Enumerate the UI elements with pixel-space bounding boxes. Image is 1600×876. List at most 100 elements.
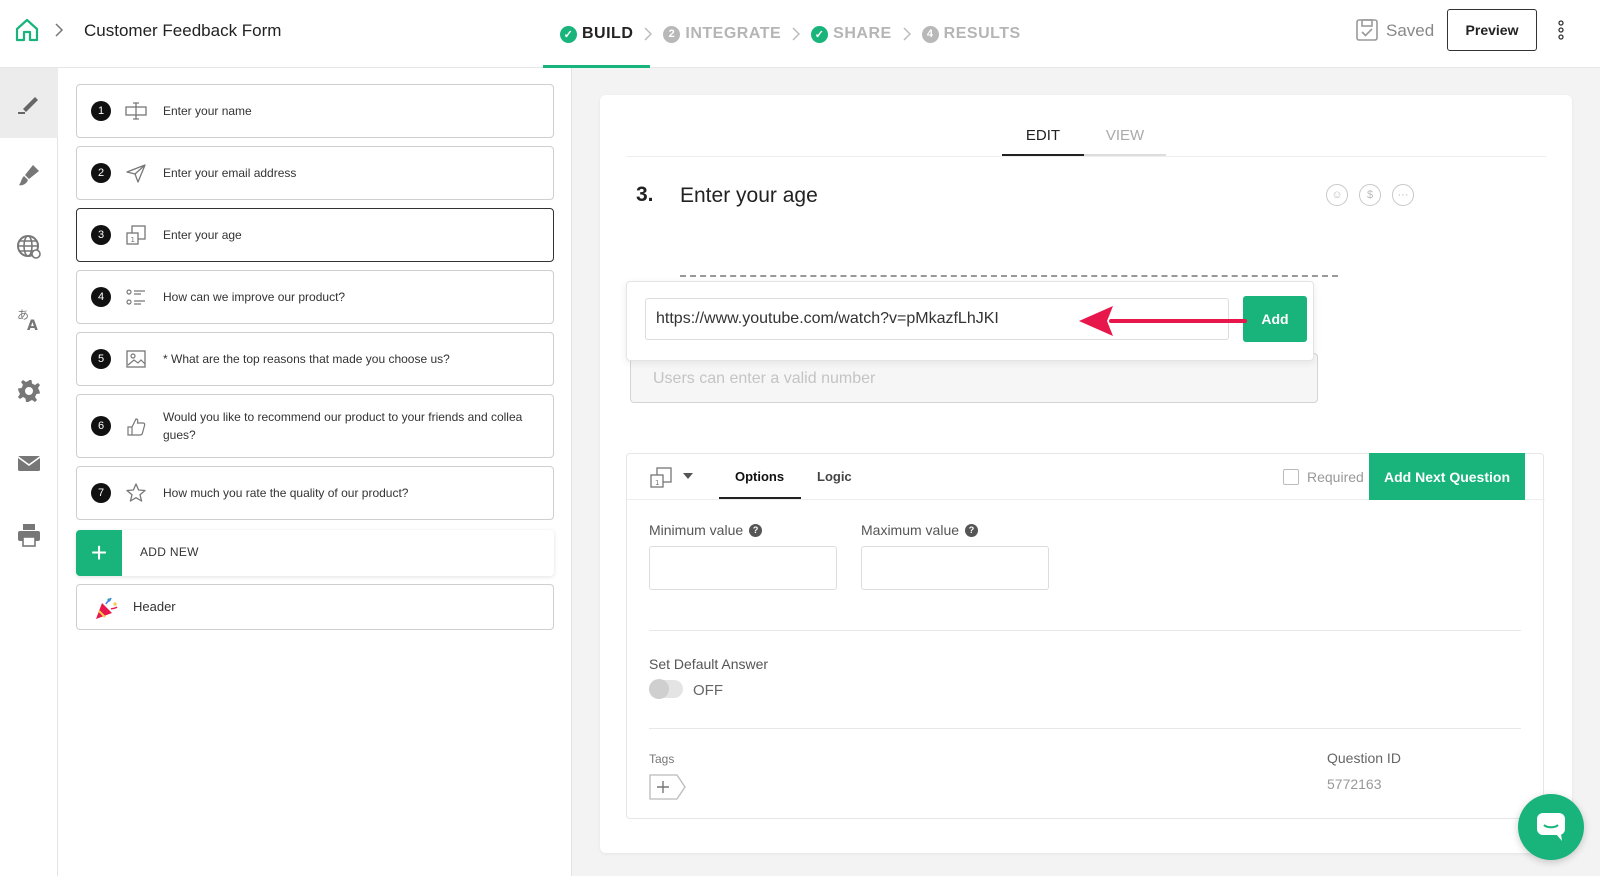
home-icon[interactable] [14,17,40,43]
number-icon[interactable]: 1 [649,466,673,490]
step-integrate[interactable]: 2 INTEGRATE [663,0,781,68]
rail-settings[interactable] [0,356,58,426]
question-options-panel: 1 Options Logic Required Add Next Questi… [626,453,1545,819]
question-item-2[interactable]: 2 Enter your email address [76,146,554,200]
toggle-state: OFF [693,682,723,699]
chevron-right-icon [781,27,811,41]
help-icon[interactable]: ? [965,523,979,537]
question-actions: ☺ $ ··· [1326,184,1414,206]
required-label: Required [1307,469,1364,485]
globe-icon [17,235,41,259]
question-id-label: Question ID [1327,750,1401,766]
dollar-icon[interactable]: $ [1359,184,1381,206]
chevron-right-icon [55,23,64,37]
question-number-badge: 3 [91,225,111,245]
question-text: How can we improve our product? [163,290,346,304]
tab-view[interactable]: VIEW [1084,117,1166,157]
party-popper-icon [96,597,118,619]
question-id-value: 5772163 [1327,776,1382,792]
step-nav: ✓ BUILD 2 INTEGRATE ✓ SHARE 4 RESULTS [542,0,1021,68]
min-value-input[interactable] [649,546,837,590]
tab-underline [719,497,801,499]
chevron-right-icon [892,27,922,41]
rail-build[interactable] [0,68,58,138]
tab-options[interactable]: Options [735,469,784,484]
question-item-6[interactable]: 6 Would you like to recommend our produc… [76,394,554,458]
question-item-7[interactable]: 7 How much you rate the quality of our p… [76,466,554,520]
add-tag-icon[interactable] [649,774,687,800]
thumbs-up-icon [127,418,146,436]
editor-card: EDIT VIEW 3. Enter your age ☺ $ ··· User… [600,95,1572,853]
chat-widget-button[interactable] [1518,794,1584,860]
rail-languages[interactable] [0,212,58,282]
question-item-5[interactable]: 5 * What are the top reasons that made y… [76,332,554,386]
edit-view-tabs: EDIT VIEW [1002,117,1166,157]
star-icon [126,483,146,502]
rail-print[interactable] [0,500,58,570]
rail-notifications[interactable] [0,428,58,498]
max-value-label: Maximum value? [861,522,979,538]
min-value-label: Minimum value? [649,522,763,538]
number-placeholder: Users can enter a valid number [653,370,876,387]
svg-text:A: A [27,318,38,333]
chat-icon [1537,813,1565,841]
step-share[interactable]: ✓ SHARE [811,0,892,68]
question-number-badge: 7 [91,483,111,503]
number-icon: 1 [126,225,146,245]
rail-design[interactable] [0,140,58,210]
question-text: How much you rate the quality of our pro… [163,486,409,500]
chevron-right-icon [633,27,663,41]
default-answer-toggle[interactable] [649,679,683,699]
step-number-badge: 2 [663,25,681,43]
divider [649,728,1521,729]
more-horizontal-icon[interactable]: ··· [1392,184,1414,206]
tab-logic[interactable]: Logic [817,469,852,484]
add-new-button[interactable]: + ADD NEW [76,530,554,576]
mail-icon [17,456,41,471]
add-url-button[interactable]: Add [1243,296,1307,342]
dashed-divider [680,275,1338,277]
paint-brush-icon [19,165,39,186]
step-build[interactable]: ✓ BUILD [542,0,651,68]
tab-edit[interactable]: EDIT [1002,117,1084,157]
min-value-text: Minimum value [649,522,744,538]
question-text: Enter your age [163,228,242,242]
step-label: SHARE [833,25,892,42]
preview-button[interactable]: Preview [1447,9,1537,51]
svg-text:1: 1 [655,479,659,487]
help-icon[interactable]: ? [749,523,763,537]
chevron-down-icon[interactable] [683,472,693,480]
saved-status: Saved [1386,21,1435,40]
max-value-input[interactable] [861,546,1049,590]
question-title[interactable]: Enter your age [680,184,818,208]
check-icon: ✓ [811,25,829,43]
plus-icon: + [76,530,122,576]
question-item-3[interactable]: 3 1 Enter your age [76,208,554,262]
tags-label: Tags [649,752,675,766]
pencil-icon [18,97,38,114]
rail-translate[interactable]: あA [0,284,58,354]
question-text: Enter your name [163,104,252,118]
question-item-1[interactable]: 1 Enter your name [76,84,554,138]
add-next-question-button[interactable]: Add Next Question [1369,453,1525,500]
header-item[interactable]: Header [76,584,554,630]
required-checkbox[interactable] [1283,469,1299,485]
translate-icon: あA [17,308,38,333]
divider [626,156,1546,157]
text-field-icon [125,102,147,120]
gear-icon [18,380,40,402]
arrow-left-icon [1079,306,1247,336]
question-number-badge: 2 [91,163,111,183]
add-new-label: ADD NEW [140,545,199,559]
emoji-icon[interactable]: ☺ [1326,184,1348,206]
max-value-text: Maximum value [861,522,960,538]
options-header: 1 Options Logic Required Add Next Questi… [627,453,1545,500]
save-icon [1356,19,1378,41]
question-item-4[interactable]: 4 How can we improve our product? [76,270,554,324]
more-vertical-icon[interactable] [1556,20,1566,40]
default-answer-label: Set Default Answer [649,656,769,672]
svg-text:1: 1 [131,236,135,244]
question-text: Would you like to recommend our product … [163,410,523,442]
step-results[interactable]: 4 RESULTS [921,0,1021,68]
form-title[interactable]: Customer Feedback Form [84,21,281,41]
